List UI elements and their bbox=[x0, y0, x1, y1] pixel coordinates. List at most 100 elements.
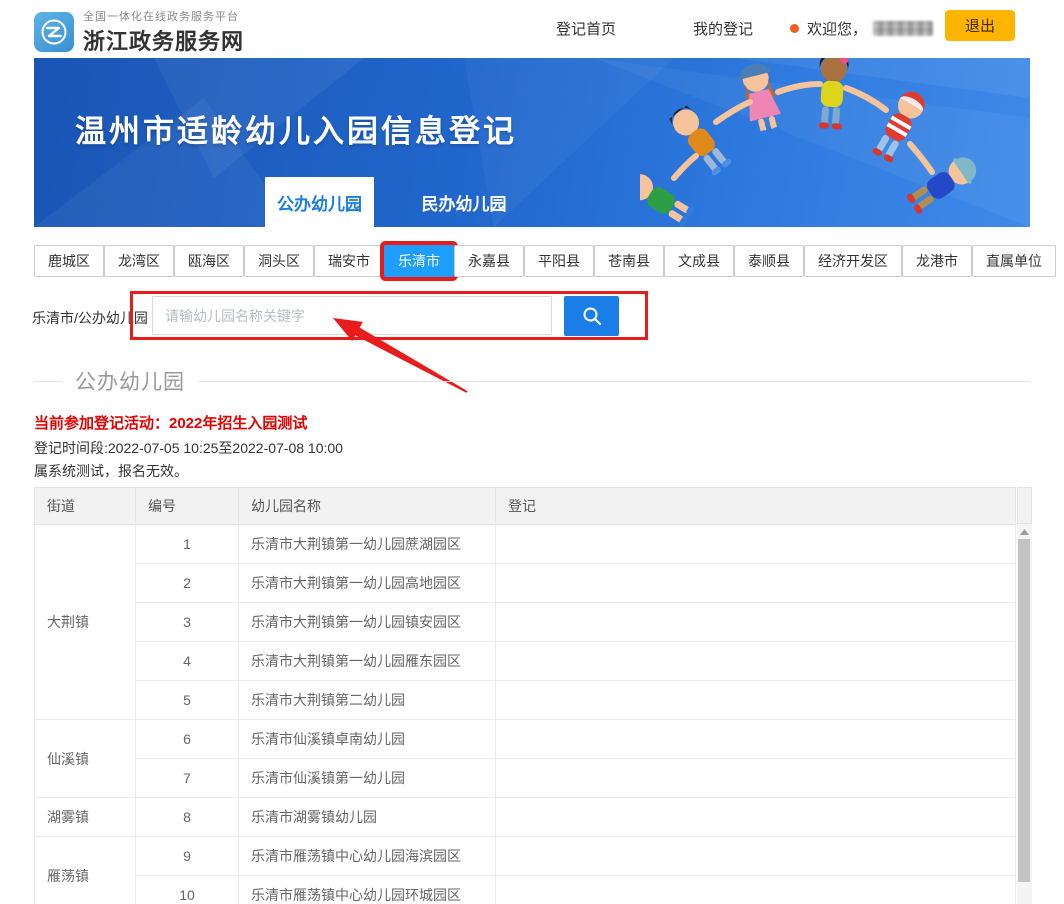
platform-name: 全国一体化在线政务服务平台 bbox=[83, 8, 244, 24]
cell-register bbox=[496, 720, 1016, 759]
cell-number: 7 bbox=[136, 759, 239, 798]
table-row: 7乐清市仙溪镇第一幼儿园 bbox=[35, 759, 1016, 798]
district-button-瓯海区[interactable]: 瓯海区 bbox=[174, 245, 244, 277]
district-button-鹿城区[interactable]: 鹿城区 bbox=[34, 245, 104, 277]
status-dot-icon bbox=[790, 24, 799, 33]
table-row: 3乐清市大荆镇第一幼儿园镇安园区 bbox=[35, 603, 1016, 642]
district-bar: 鹿城区龙湾区瓯海区洞头区瑞安市乐清市永嘉县平阳县苍南县文成县泰顺县经济开发区龙港… bbox=[34, 244, 1015, 277]
children-illustration bbox=[640, 58, 1030, 227]
cell-street: 雁荡镇 bbox=[35, 837, 136, 904]
kindergarten-table: 街道 编号 幼儿园名称 登记 大荆镇1乐清市大荆镇第一幼儿园蔗湖园区2乐清市大荆… bbox=[34, 487, 1015, 904]
cell-register bbox=[496, 525, 1016, 564]
username-masked bbox=[873, 21, 933, 36]
cell-number: 6 bbox=[136, 720, 239, 759]
table-row: 5乐清市大荆镇第二幼儿园 bbox=[35, 681, 1016, 720]
district-button-文成县[interactable]: 文成县 bbox=[664, 245, 734, 277]
welcome-text: 欢迎您， bbox=[807, 18, 867, 39]
cell-street: 湖雾镇 bbox=[35, 798, 136, 837]
cell-number: 3 bbox=[136, 603, 239, 642]
cell-register bbox=[496, 642, 1016, 681]
banner: 温州市适龄幼儿入园信息登记 公办幼儿园 民办幼儿园 bbox=[34, 58, 1030, 227]
cell-kindergarten-name: 乐清市大荆镇第一幼儿园高地园区 bbox=[239, 564, 496, 603]
section-title: 公办幼儿园 bbox=[75, 366, 185, 396]
cell-kindergarten-name: 乐清市仙溪镇第一幼儿园 bbox=[239, 759, 496, 798]
top-header: 全国一体化在线政务服务平台 浙江政务服务网 登记首页 我的登记 欢迎您， 退出 bbox=[0, 0, 1064, 56]
notice-system-test: 属系统测试，报名无效。 bbox=[34, 461, 188, 481]
cell-number: 5 bbox=[136, 681, 239, 720]
table-row: 10乐清市雁荡镇中心幼儿园环城园区 bbox=[35, 876, 1016, 904]
district-button-平阳县[interactable]: 平阳县 bbox=[524, 245, 594, 277]
table-row: 2乐清市大荆镇第一幼儿园高地园区 bbox=[35, 564, 1016, 603]
section-line bbox=[34, 381, 62, 382]
table-row: 大荆镇1乐清市大荆镇第一幼儿园蔗湖园区 bbox=[35, 525, 1016, 564]
cell-number: 9 bbox=[136, 837, 239, 876]
logo-text: 全国一体化在线政务服务平台 浙江政务服务网 bbox=[83, 8, 244, 56]
district-button-泰顺县[interactable]: 泰顺县 bbox=[734, 245, 804, 277]
search-scope-label: 乐清市/公办幼儿园 bbox=[32, 308, 148, 328]
cell-number: 10 bbox=[136, 876, 239, 904]
notice-registration-period: 登记时间段:2022-07-05 10:25至2022-07-08 10:00 bbox=[34, 438, 343, 458]
cell-register bbox=[496, 603, 1016, 642]
table-row: 雁荡镇9乐清市雁荡镇中心幼儿园海滨园区 bbox=[35, 837, 1016, 876]
notice-current-activity: 当前参加登记活动：2022年招生入园测试 bbox=[34, 412, 307, 433]
table-row: 4乐清市大荆镇第一幼儿园雁东园区 bbox=[35, 642, 1016, 681]
cell-kindergarten-name: 乐清市大荆镇第一幼儿园雁东园区 bbox=[239, 642, 496, 681]
cell-register bbox=[496, 837, 1016, 876]
search-button[interactable] bbox=[564, 296, 619, 336]
page: 全国一体化在线政务服务平台 浙江政务服务网 登记首页 我的登记 欢迎您， 退出 bbox=[0, 0, 1064, 904]
cell-register bbox=[496, 564, 1016, 603]
banner-tabs: 公办幼儿园 民办幼儿园 bbox=[265, 177, 524, 227]
section-line bbox=[199, 381, 1030, 382]
cell-number: 4 bbox=[136, 642, 239, 681]
cell-register bbox=[496, 759, 1016, 798]
banner-title: 温州市适龄幼儿入园信息登记 bbox=[75, 106, 517, 151]
col-header-street: 街道 bbox=[35, 488, 136, 525]
welcome-area: 欢迎您， bbox=[790, 18, 933, 39]
district-button-直属单位[interactable]: 直属单位 bbox=[972, 245, 1056, 277]
cell-kindergarten-name: 乐清市大荆镇第一幼儿园蔗湖园区 bbox=[239, 525, 496, 564]
site-name: 浙江政务服务网 bbox=[83, 24, 244, 56]
district-button-龙湾区[interactable]: 龙湾区 bbox=[104, 245, 174, 277]
table-row: 仙溪镇6乐清市仙溪镇卓南幼儿园 bbox=[35, 720, 1016, 759]
nav-my-registration[interactable]: 我的登记 bbox=[693, 18, 753, 39]
district-button-洞头区[interactable]: 洞头区 bbox=[244, 245, 314, 277]
cell-kindergarten-name: 乐清市雁荡镇中心幼儿园环城园区 bbox=[239, 876, 496, 904]
zhejiang-gov-logo-icon bbox=[34, 12, 74, 52]
table-row: 湖雾镇8乐清市湖雾镇幼儿园 bbox=[35, 798, 1016, 837]
cell-street: 大荆镇 bbox=[35, 525, 136, 720]
logout-button[interactable]: 退出 bbox=[945, 10, 1015, 41]
header-strip bbox=[1017, 487, 1032, 524]
cell-kindergarten-name: 乐清市大荆镇第一幼儿园镇安园区 bbox=[239, 603, 496, 642]
tab-public-kindergarten[interactable]: 公办幼儿园 bbox=[265, 177, 374, 227]
nav-register-home[interactable]: 登记首页 bbox=[556, 18, 616, 39]
cell-street: 仙溪镇 bbox=[35, 720, 136, 798]
district-button-经济开发区[interactable]: 经济开发区 bbox=[804, 245, 902, 277]
search-icon bbox=[581, 305, 603, 327]
table-scrollbar[interactable] bbox=[1017, 524, 1032, 904]
cell-kindergarten-name: 乐清市湖雾镇幼儿园 bbox=[239, 798, 496, 837]
district-button-龙港市[interactable]: 龙港市 bbox=[902, 245, 972, 277]
tab-private-kindergarten[interactable]: 民办幼儿园 bbox=[404, 177, 524, 227]
cell-register bbox=[496, 876, 1016, 904]
scrollbar-thumb[interactable] bbox=[1018, 539, 1030, 882]
col-header-register: 登记 bbox=[496, 488, 1016, 525]
district-button-瑞安市[interactable]: 瑞安市 bbox=[314, 245, 384, 277]
cell-kindergarten-name: 乐清市雁荡镇中心幼儿园海滨园区 bbox=[239, 837, 496, 876]
district-button-乐清市[interactable]: 乐清市 bbox=[384, 245, 454, 277]
district-button-苍南县[interactable]: 苍南县 bbox=[594, 245, 664, 277]
cell-register bbox=[496, 681, 1016, 720]
district-button-永嘉县[interactable]: 永嘉县 bbox=[454, 245, 524, 277]
cell-register bbox=[496, 798, 1016, 837]
cell-kindergarten-name: 乐清市仙溪镇卓南幼儿园 bbox=[239, 720, 496, 759]
col-header-name: 幼儿园名称 bbox=[239, 488, 496, 525]
cell-number: 2 bbox=[136, 564, 239, 603]
table-header-row: 街道 编号 幼儿园名称 登记 bbox=[35, 488, 1016, 525]
section-title-row: 公办幼儿园 bbox=[34, 368, 1030, 394]
cell-number: 8 bbox=[136, 798, 239, 837]
col-header-number: 编号 bbox=[136, 488, 239, 525]
cell-number: 1 bbox=[136, 525, 239, 564]
site-logo[interactable]: 全国一体化在线政务服务平台 浙江政务服务网 bbox=[34, 8, 244, 56]
kindergarten-search-input[interactable] bbox=[152, 296, 552, 335]
cell-kindergarten-name: 乐清市大荆镇第二幼儿园 bbox=[239, 681, 496, 720]
scrollbar-up-button[interactable] bbox=[1017, 526, 1032, 538]
